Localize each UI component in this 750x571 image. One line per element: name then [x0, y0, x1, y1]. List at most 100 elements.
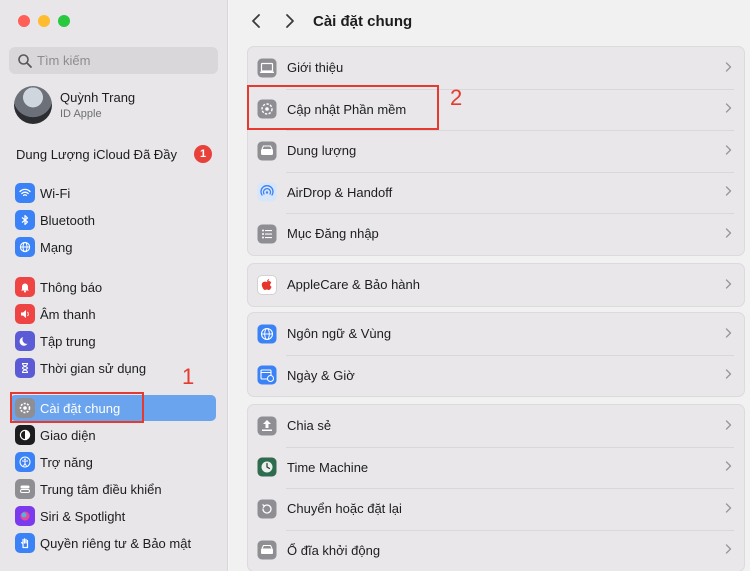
chevron-right-icon	[725, 226, 732, 241]
icloud-label: Dung Lượng iCloud Đã Đầy	[16, 146, 178, 162]
settings-group: AppleCare & Bảo hành	[247, 263, 745, 307]
sidebar-item-bluetooth[interactable]: Bluetooth	[10, 207, 216, 233]
settings-row-apple[interactable]: AppleCare & Bảo hành	[248, 264, 744, 306]
minimize-button[interactable]	[38, 15, 50, 27]
chevron-right-icon	[725, 501, 732, 516]
annotation-two: 2	[450, 85, 463, 110]
settings-row-label: Chuyển hoặc đặt lại	[287, 501, 402, 517]
settings-row-label: Chia sẻ	[287, 418, 332, 434]
bell-icon	[15, 277, 35, 297]
sidebar: Quỳnh Trang ID Apple Dung Lượng iCloud Đ…	[0, 0, 228, 571]
page-title: Cài đặt chung	[313, 12, 413, 30]
search-input[interactable]	[37, 53, 207, 68]
settings-window: Quỳnh Trang ID Apple Dung Lượng iCloud Đ…	[0, 0, 750, 571]
settings-row-label: Ngôn ngữ & Vùng	[287, 326, 392, 342]
close-button[interactable]	[18, 15, 30, 27]
sidebar-item-wifi[interactable]: Wi-Fi	[10, 180, 216, 206]
traffic-lights	[18, 15, 70, 27]
settings-row-label: Giới thiệu	[287, 60, 344, 76]
apple-id-profile[interactable]: Quỳnh Trang ID Apple	[14, 86, 135, 124]
chevron-right-icon	[725, 326, 732, 341]
language-globe-icon	[257, 324, 277, 344]
settings-row-time-machine[interactable]: Time Machine	[248, 446, 744, 489]
main-pane: Cài đặt chung Giới thiệu Cập nhật Phần mề…	[229, 0, 750, 571]
sidebar-item-hand[interactable]: Quyền riêng tư & Bảo mật	[10, 530, 216, 556]
sidebar-item-label: Wi-Fi	[40, 185, 71, 201]
sidebar-item-label: Âm thanh	[40, 306, 96, 322]
highlight-box-software-update	[247, 85, 439, 130]
back-button[interactable]	[245, 10, 267, 32]
settings-row-label: Dung lượng	[287, 143, 357, 159]
sidebar-item-moon[interactable]: Tập trung	[10, 328, 216, 354]
sidebar-item-label: Mạng	[40, 239, 73, 255]
settings-row-storage[interactable]: Dung lượng	[248, 130, 744, 172]
sidebar-item-speaker[interactable]: Âm thanh	[10, 301, 216, 327]
settings-row-list[interactable]: Mục Đăng nhập	[248, 213, 744, 255]
settings-row-label: AppleCare & Bảo hành	[287, 277, 420, 293]
zoom-button[interactable]	[58, 15, 70, 27]
annotation-one: 1	[182, 364, 195, 389]
accessibility-icon	[15, 452, 35, 472]
globe-icon	[15, 237, 35, 257]
siri-icon	[15, 506, 35, 526]
sidebar-item-bell[interactable]: Thông báo	[10, 274, 216, 300]
chevron-left-icon	[252, 14, 260, 28]
chevron-right-icon	[725, 143, 732, 158]
sidebar-item-label: Quyền riêng tư & Bảo mật	[40, 535, 192, 551]
laptop-icon	[257, 58, 277, 78]
sidebar-item-label: Siri & Spotlight	[40, 508, 126, 524]
reset-icon	[257, 499, 277, 519]
settings-row-reset[interactable]: Chuyển hoặc đặt lại	[248, 488, 744, 530]
settings-row-language-globe[interactable]: Ngôn ngữ & Vùng	[248, 313, 744, 355]
hand-icon	[15, 533, 35, 553]
forward-button[interactable]	[279, 10, 301, 32]
settings-row-label: Time Machine	[287, 459, 369, 475]
profile-name: Quỳnh Trang	[60, 90, 136, 105]
sidebar-item-label: Trợ năng	[40, 454, 93, 470]
settings-row-label: Mục Đăng nhập	[287, 226, 379, 242]
apple-icon	[257, 274, 277, 295]
icloud-storage-alert[interactable]: Dung Lượng iCloud Đã Đầy 1	[16, 145, 212, 163]
chevron-right-icon	[725, 60, 732, 75]
settings-group: Chia sẻ Time Machine Chuyển hoặc đặt lại Ổ …	[247, 404, 745, 571]
settings-row-label: AirDrop & Handoff	[287, 184, 393, 200]
chevron-right-icon	[725, 543, 732, 558]
calendar-clock-icon	[257, 365, 277, 385]
sidebar-item-siri[interactable]: Siri & Spotlight	[10, 503, 216, 529]
sidebar-item-accessibility[interactable]: Trợ năng	[10, 449, 216, 475]
sidebar-item-label: Thời gian sử dụng	[40, 360, 147, 376]
search-icon	[18, 53, 32, 68]
sidebar-item-label: Thông báo	[40, 279, 103, 295]
search-field[interactable]	[9, 47, 218, 74]
storage-icon	[257, 141, 277, 161]
sidebar-item-appearance[interactable]: Giao diện	[10, 422, 216, 448]
settings-row-calendar-clock[interactable]: Ngày & Giờ	[248, 354, 744, 397]
settings-row-laptop[interactable]: Giới thiệu	[248, 47, 744, 89]
moon-icon	[15, 331, 35, 351]
settings-row-share[interactable]: Chia sẻ	[248, 405, 744, 447]
time-machine-icon	[257, 457, 277, 477]
settings-group: Giới thiệu Cập nhật Phần mềm Dung lượng Air…	[247, 46, 745, 256]
startup-disk-icon	[257, 540, 277, 560]
wifi-icon	[15, 183, 35, 203]
settings-group: Ngôn ngữ & Vùng Ngày & Giờ	[247, 312, 745, 397]
chevron-right-icon	[725, 418, 732, 433]
chevron-right-icon	[725, 185, 732, 200]
sidebar-item-globe[interactable]: Mạng	[10, 234, 216, 260]
sidebar-item-control-center[interactable]: Trung tâm điều khiển	[10, 476, 216, 502]
settings-row-label: Ngày & Giờ	[287, 367, 355, 383]
notification-badge: 1	[194, 145, 212, 163]
toolbar: Cài đặt chung	[229, 0, 750, 42]
speaker-icon	[15, 304, 35, 324]
settings-row-label: Ổ đĩa khởi động	[287, 542, 381, 558]
chevron-right-icon	[725, 277, 732, 292]
chevron-right-icon	[725, 460, 732, 475]
profile-subtitle: ID Apple	[60, 108, 102, 120]
settings-row-startup-disk[interactable]: Ổ đĩa khởi động	[248, 529, 744, 571]
chevron-right-icon	[725, 102, 732, 117]
share-icon	[257, 416, 277, 436]
sidebar-item-label: Giao diện	[40, 427, 96, 443]
sidebar-item-label: Trung tâm điều khiển	[40, 481, 162, 497]
avatar	[14, 86, 52, 124]
settings-row-airdrop[interactable]: AirDrop & Handoff	[248, 171, 744, 214]
